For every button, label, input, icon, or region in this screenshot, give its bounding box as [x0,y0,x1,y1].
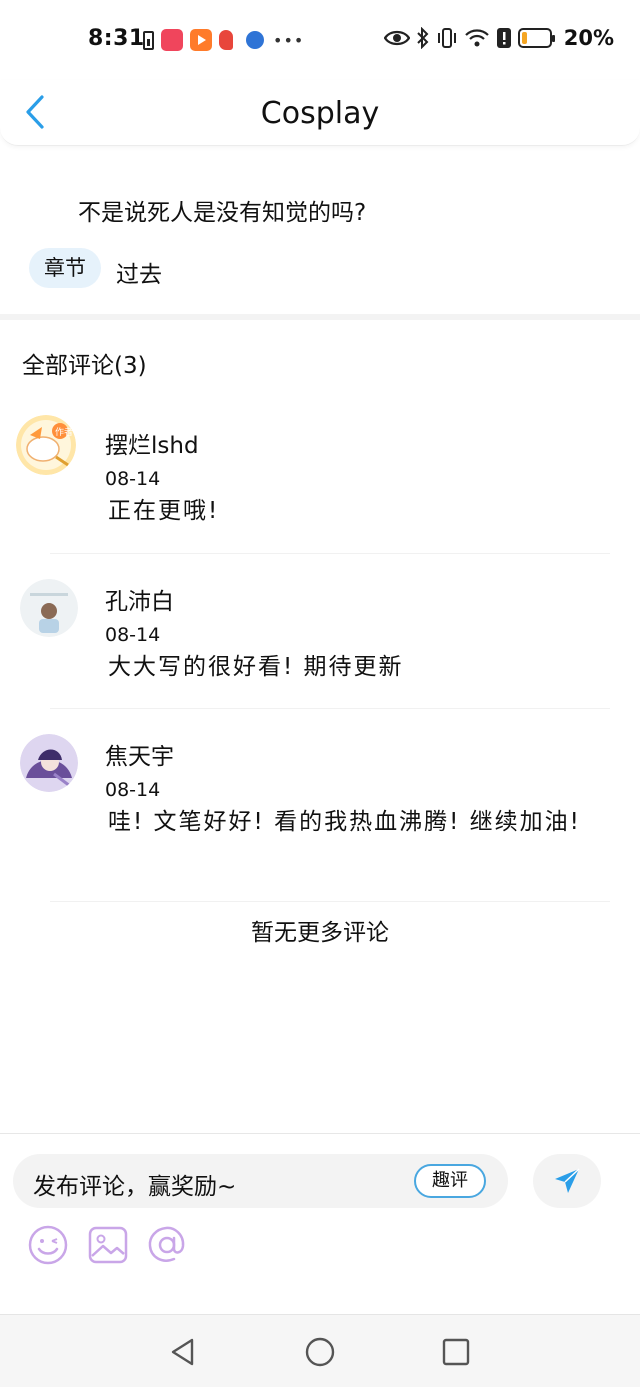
emoji-icon [28,1225,68,1265]
nav-home-button[interactable] [305,1337,335,1367]
avatar[interactable] [20,579,78,637]
nav-back-button[interactable] [168,1337,198,1367]
browser-app-icon [246,31,264,49]
wifi-icon [464,29,489,47]
sim-alert-icon [143,30,154,50]
comment-date: 08-14 [105,468,161,490]
section-divider [0,314,640,320]
bluetooth-icon [417,27,429,49]
battery-icon [517,28,555,48]
comment-divider [50,553,610,554]
emoji-button[interactable] [27,1224,69,1266]
no-more-comments: 暂无更多评论 [251,920,389,946]
page-title: Cosplay [260,96,380,131]
send-icon [555,1168,580,1193]
comment-author[interactable]: 焦天宇 [105,737,174,771]
comment-text: 大大写的很好看! 期待更新 [108,654,404,680]
avatar[interactable] [20,734,78,792]
recents-square-icon [442,1338,470,1366]
image-icon [88,1226,128,1264]
at-icon [148,1226,185,1262]
comment-item: 孔沛白 08-14 大大写的很好看! 期待更新 [0,565,640,710]
send-button[interactable] [533,1154,601,1208]
vibrate-icon [437,28,456,48]
comment-divider [50,901,610,902]
comment-item: 焦天宇 08-14 哇! 文笔好好! 看的我热血沸腾! 继续加油! [0,720,640,905]
comment-input-placeholder: 发布评论，赢奖励~ [33,1174,237,1200]
comment-author[interactable]: 孔沛白 [105,582,174,616]
comment-date: 08-14 [105,624,161,646]
nav-recents-button[interactable] [441,1337,471,1367]
avatar[interactable]: 作者 [16,415,76,475]
eye-icon [383,30,410,46]
status-notification-icons: ••• [143,29,304,51]
chapter-name[interactable]: 过去 [116,255,162,289]
image-button[interactable] [87,1224,129,1266]
quoted-text: 不是说死人是没有知觉的吗? [78,200,367,226]
svg-text:作者: 作者 [55,426,73,438]
quping-button[interactable]: 趣评 [414,1164,486,1198]
home-circle-icon [305,1337,335,1367]
comment-composer: 发布评论，赢奖励~ 趣评 [0,1133,640,1314]
shopping-app-icon [161,29,183,51]
back-triangle-icon [171,1338,194,1366]
more-notifications-icon: ••• [273,30,305,50]
status-system-icons: 20% [383,26,614,50]
chapter-tag: 章节 [29,248,101,288]
status-time: 8:31 [88,26,145,51]
system-nav-bar [0,1314,640,1387]
comment-item: 作者 摆烂lshd 08-14 正在更哦! [0,410,640,555]
comments-heading: 全部评论(3) [22,353,147,379]
status-bar: 8:31 ••• 20% [0,0,640,80]
video-app-icon [190,29,212,51]
social-app-icon [219,30,233,50]
comment-input[interactable]: 发布评论，赢奖励~ 趣评 [13,1154,508,1208]
top-app-bar: Cosplay [0,80,640,146]
comment-author[interactable]: 摆烂lshd [105,426,199,460]
comment-date: 08-14 [105,779,161,801]
mention-button[interactable] [146,1224,188,1266]
alert-icon [496,28,511,48]
comment-text: 哇! 文笔好好! 看的我热血沸腾! 继续加油! [108,809,581,835]
comment-text: 正在更哦! [108,498,220,524]
comment-divider [50,708,610,709]
battery-percentage: 20% [563,26,614,50]
